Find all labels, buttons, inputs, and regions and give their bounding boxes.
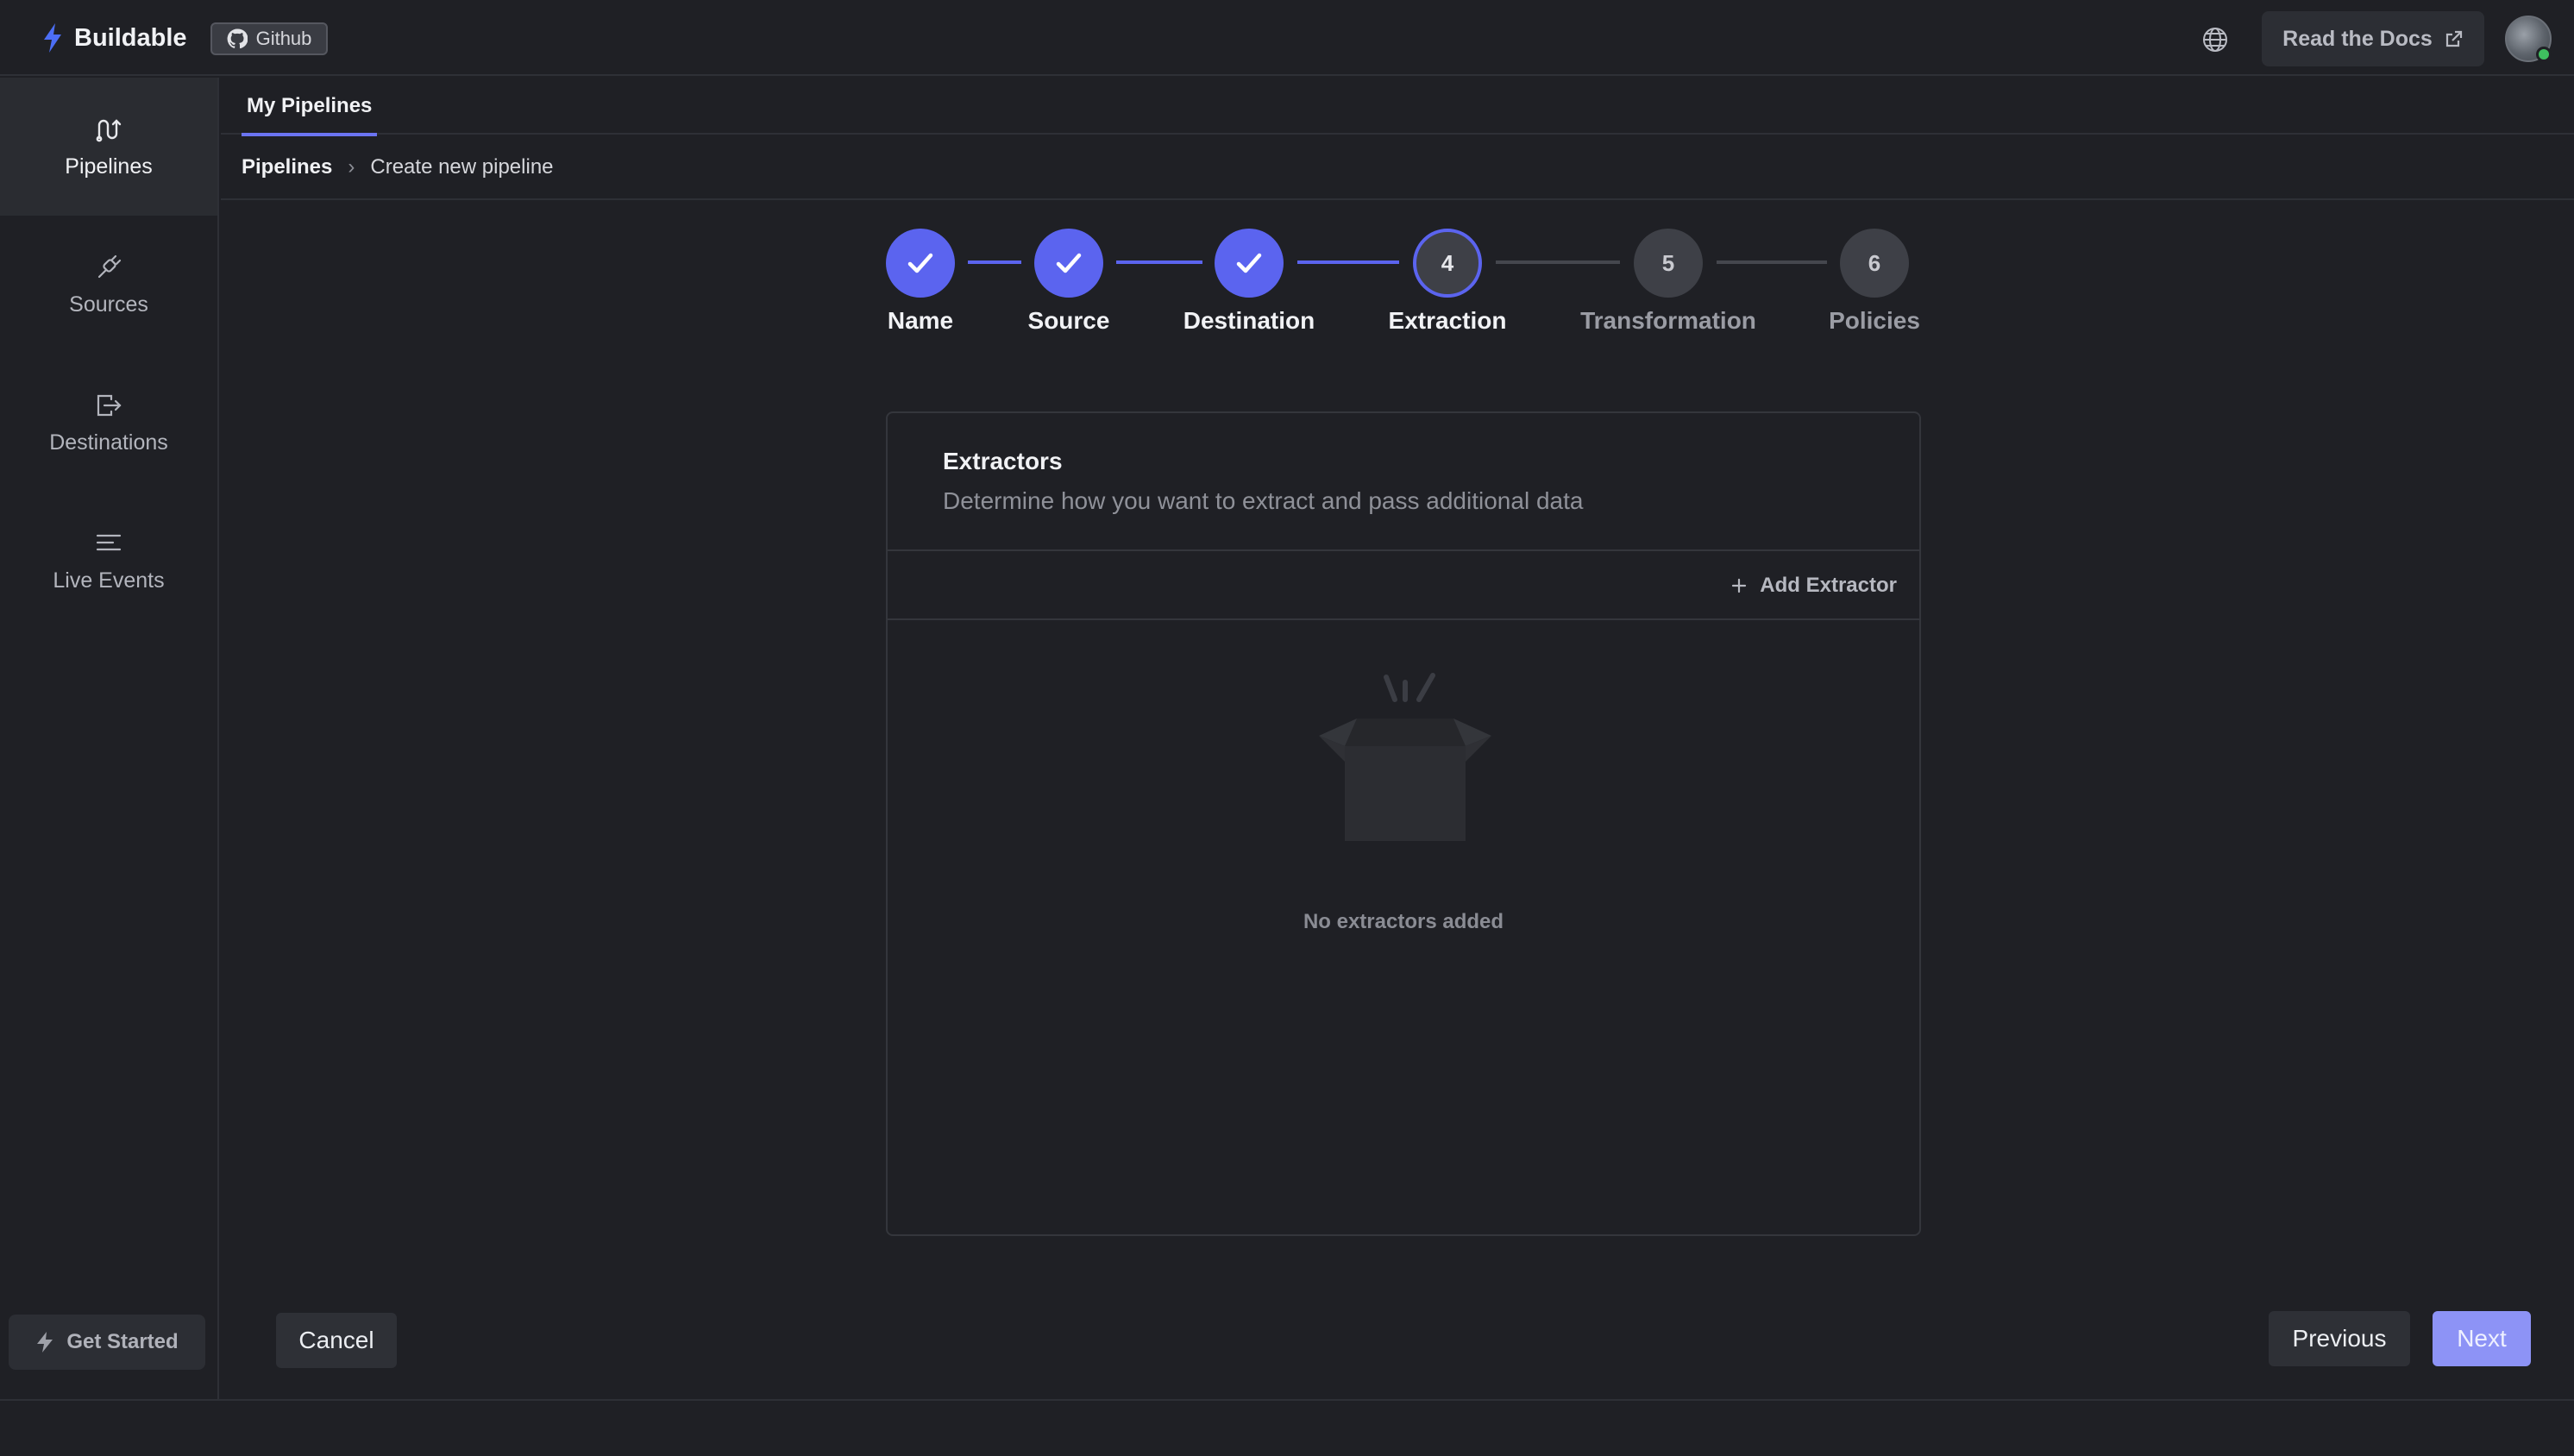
- extractors-toolbar: Add Extractor: [888, 551, 1919, 620]
- sidebar-item-label: Sources: [69, 292, 148, 317]
- step-label-policies: Policies: [1829, 307, 1920, 334]
- sidebar-item-label: Live Events: [53, 568, 165, 593]
- step-1-name[interactable]: [886, 229, 955, 298]
- lines-icon: [96, 534, 122, 550]
- check-icon: [1056, 253, 1082, 273]
- empty-box-icon: [1319, 673, 1491, 841]
- plug-icon: [97, 254, 122, 278]
- step-connector: [968, 260, 1021, 264]
- step-label-source: Source: [1027, 307, 1110, 334]
- sidebar-item-destinations[interactable]: Destinations: [0, 354, 217, 492]
- step-connector: [1717, 260, 1827, 264]
- plus-icon: [1732, 578, 1747, 593]
- breadcrumb: Pipelines › Create new pipeline: [221, 136, 2574, 200]
- github-button[interactable]: Github: [210, 22, 328, 55]
- export-icon: [97, 394, 122, 416]
- step-connector: [1116, 260, 1202, 264]
- breadcrumb-pipelines[interactable]: Pipelines: [242, 155, 332, 179]
- step-label-extraction: Extraction: [1388, 307, 1507, 334]
- read-docs-button[interactable]: Read the Docs: [2262, 11, 2484, 66]
- check-icon: [907, 253, 933, 273]
- sidebar-item-live-events[interactable]: Live Events: [0, 492, 217, 630]
- tab-my-pipelines[interactable]: My Pipelines: [242, 78, 378, 136]
- add-extractor-label: Add Extractor: [1760, 574, 1897, 597]
- sidebar-item-pipelines[interactable]: Pipelines: [0, 78, 217, 216]
- step-6-policies[interactable]: 6: [1840, 229, 1909, 298]
- extractors-title: Extractors: [943, 448, 1063, 474]
- github-label: Github: [255, 28, 312, 49]
- tab-bar: My Pipelines: [221, 78, 2574, 136]
- github-icon: [227, 28, 248, 49]
- check-icon: [1236, 253, 1262, 273]
- lightning-icon: [37, 1332, 53, 1352]
- sidebar-item-label: Destinations: [49, 430, 168, 455]
- extractors-subtitle: Determine how you want to extract and pa…: [943, 487, 1584, 514]
- top-bar: Buildable Github Read the Docs: [0, 0, 2574, 76]
- get-started-button[interactable]: Get Started: [9, 1315, 205, 1370]
- external-link-icon: [2445, 30, 2462, 47]
- step-3-destination[interactable]: [1215, 229, 1284, 298]
- step-label-name: Name: [887, 307, 954, 334]
- empty-state-text: No extractors added: [1303, 910, 1504, 933]
- get-started-label: Get Started: [66, 1330, 179, 1353]
- sidebar-item-label: Pipelines: [65, 154, 153, 179]
- globe-icon: [2203, 28, 2227, 52]
- cancel-button[interactable]: Cancel: [276, 1313, 397, 1368]
- extractors-card-header: Extractors Determine how you want to ext…: [888, 413, 1919, 551]
- sidebar-item-sources[interactable]: Sources: [0, 216, 217, 354]
- step-4-extraction[interactable]: 4: [1413, 229, 1482, 298]
- footer-divider: [0, 1399, 2574, 1401]
- step-2-source[interactable]: [1034, 229, 1103, 298]
- app-root: Buildable Github Read the Docs Pipelines…: [0, 0, 2574, 1456]
- breadcrumb-current: Create new pipeline: [370, 155, 554, 179]
- breadcrumb-separator: ›: [348, 155, 355, 179]
- brand-logo[interactable]: Buildable: [41, 22, 187, 53]
- step-connector: [1297, 260, 1399, 264]
- read-docs-label: Read the Docs: [2282, 26, 2433, 51]
- step-label-transformation: Transformation: [1580, 307, 1756, 334]
- pipeline-icon: [96, 118, 122, 141]
- sidebar: Pipelines Sources Destinations Live Even…: [0, 78, 219, 1399]
- add-extractor-button[interactable]: Add Extractor: [1730, 567, 1897, 605]
- step-5-transformation[interactable]: 5: [1634, 229, 1703, 298]
- globe-button[interactable]: [2200, 24, 2231, 55]
- extractors-card: Extractors Determine how you want to ext…: [886, 411, 1921, 1236]
- lightning-icon: [44, 23, 61, 53]
- step-connector: [1496, 260, 1620, 264]
- previous-button[interactable]: Previous: [2269, 1311, 2410, 1366]
- brand-name: Buildable: [74, 23, 187, 52]
- online-status-dot: [2536, 47, 2552, 62]
- next-button[interactable]: Next: [2433, 1311, 2531, 1366]
- step-label-destination: Destination: [1183, 307, 1315, 334]
